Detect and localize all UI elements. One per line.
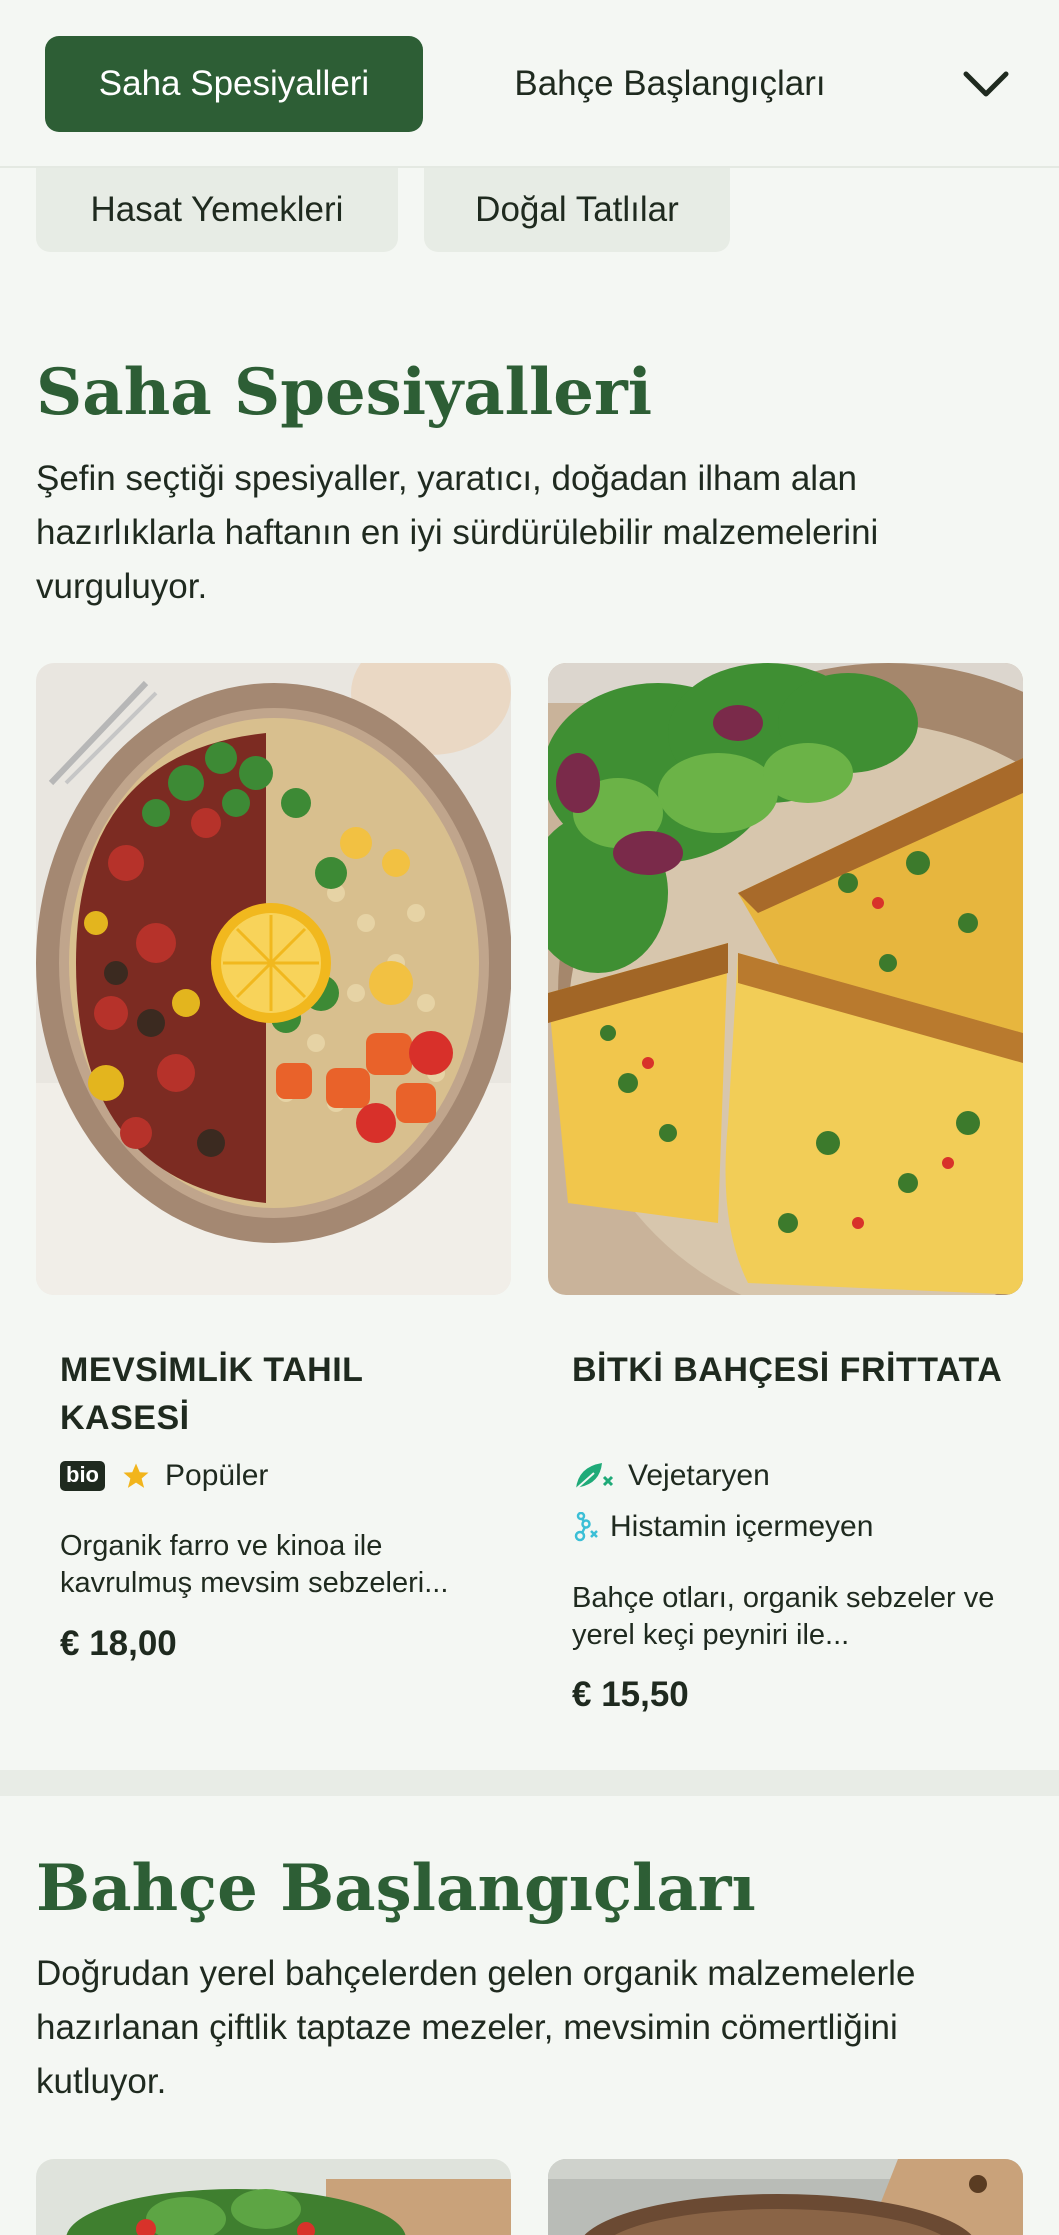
section-divider (0, 1770, 1059, 1796)
dish-name[interactable]: MEVSİMLİK TAHIL KASESİ (60, 1346, 500, 1442)
star-icon (121, 1461, 151, 1491)
tab-hasat-yemekleri[interactable]: Hasat Yemekleri (36, 168, 398, 252)
dish-description: Bahçe otları, organik sebzeler ve yerel … (572, 1582, 995, 1651)
dish-name[interactable]: BİTKİ BAHÇESİ FRİTTATA (572, 1346, 1012, 1394)
dish-tags: bio Popüler (60, 1456, 268, 1496)
leaf-icon (572, 1459, 616, 1493)
tab-bahce-baslangiclari[interactable]: Bahçe Başlangıçları (470, 36, 870, 132)
dish-tag: Histamin içermeyen (572, 1507, 873, 1547)
dish-tag: Vejetaryen (572, 1456, 770, 1496)
starter-image[interactable] (36, 2159, 511, 2235)
section-title: Bahçe Başlangıçları (36, 1851, 756, 1926)
category-nav: Saha Spesiyalleri Bahçe Başlangıçları (0, 0, 1059, 168)
tag-label: Vejetaryen (628, 1459, 770, 1492)
tab-dogal-tatlilar[interactable]: Doğal Tatlılar (424, 168, 730, 252)
dish-description: Organik farro ve kinoa ile kavrulmuş mev… (60, 1530, 449, 1599)
dish-price: € 18,00 (60, 1624, 177, 1663)
tab-saha-spesiyalleri[interactable]: Saha Spesiyalleri (45, 36, 423, 132)
section-description: Doğrudan yerel bahçelerden gelen organik… (36, 1954, 916, 2101)
chevron-down-icon[interactable] (960, 58, 1012, 110)
histamine-free-icon (572, 1512, 600, 1542)
tag-label: Histamin içermeyen (610, 1510, 874, 1543)
bio-badge: bio (60, 1461, 105, 1491)
grain-bowl-image[interactable] (36, 663, 511, 1295)
tag-label: Popüler (165, 1459, 269, 1492)
dish-price: € 15,50 (572, 1675, 689, 1714)
section-description: Şefin seçtiği spesiyaller, yaratıcı, doğ… (36, 459, 879, 606)
frittata-image[interactable] (548, 663, 1023, 1295)
section-title: Saha Spesiyalleri (36, 355, 653, 430)
starter-image[interactable] (548, 2159, 1023, 2235)
